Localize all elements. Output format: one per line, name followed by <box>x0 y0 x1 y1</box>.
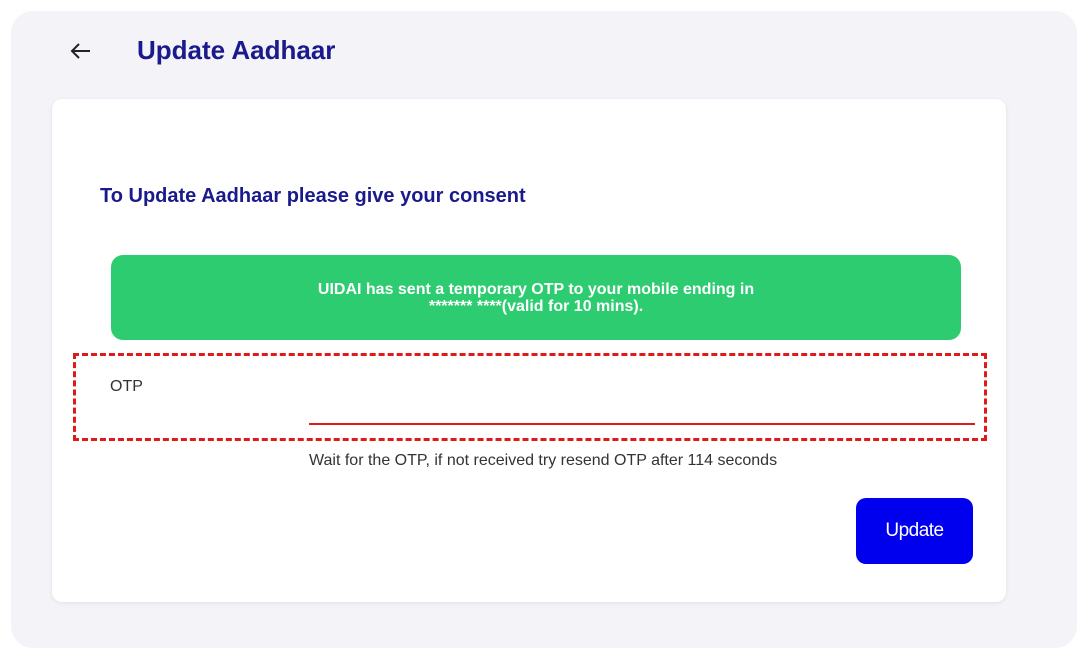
back-button[interactable] <box>66 38 96 68</box>
otp-sent-message: UIDAI has sent a temporary OTP to your m… <box>317 280 755 315</box>
page-title: Update Aadhaar <box>137 35 336 65</box>
consent-heading: To Update Aadhaar please give your conse… <box>100 185 526 207</box>
otp-sent-banner: UIDAI has sent a temporary OTP to your m… <box>111 255 961 340</box>
resend-otp-info: Wait for the OTP, if not received try re… <box>309 452 778 469</box>
otp-label: OTP <box>110 378 143 395</box>
update-button[interactable]: Update <box>856 498 973 564</box>
otp-input[interactable] <box>309 395 975 425</box>
arrow-left-icon <box>70 42 92 65</box>
